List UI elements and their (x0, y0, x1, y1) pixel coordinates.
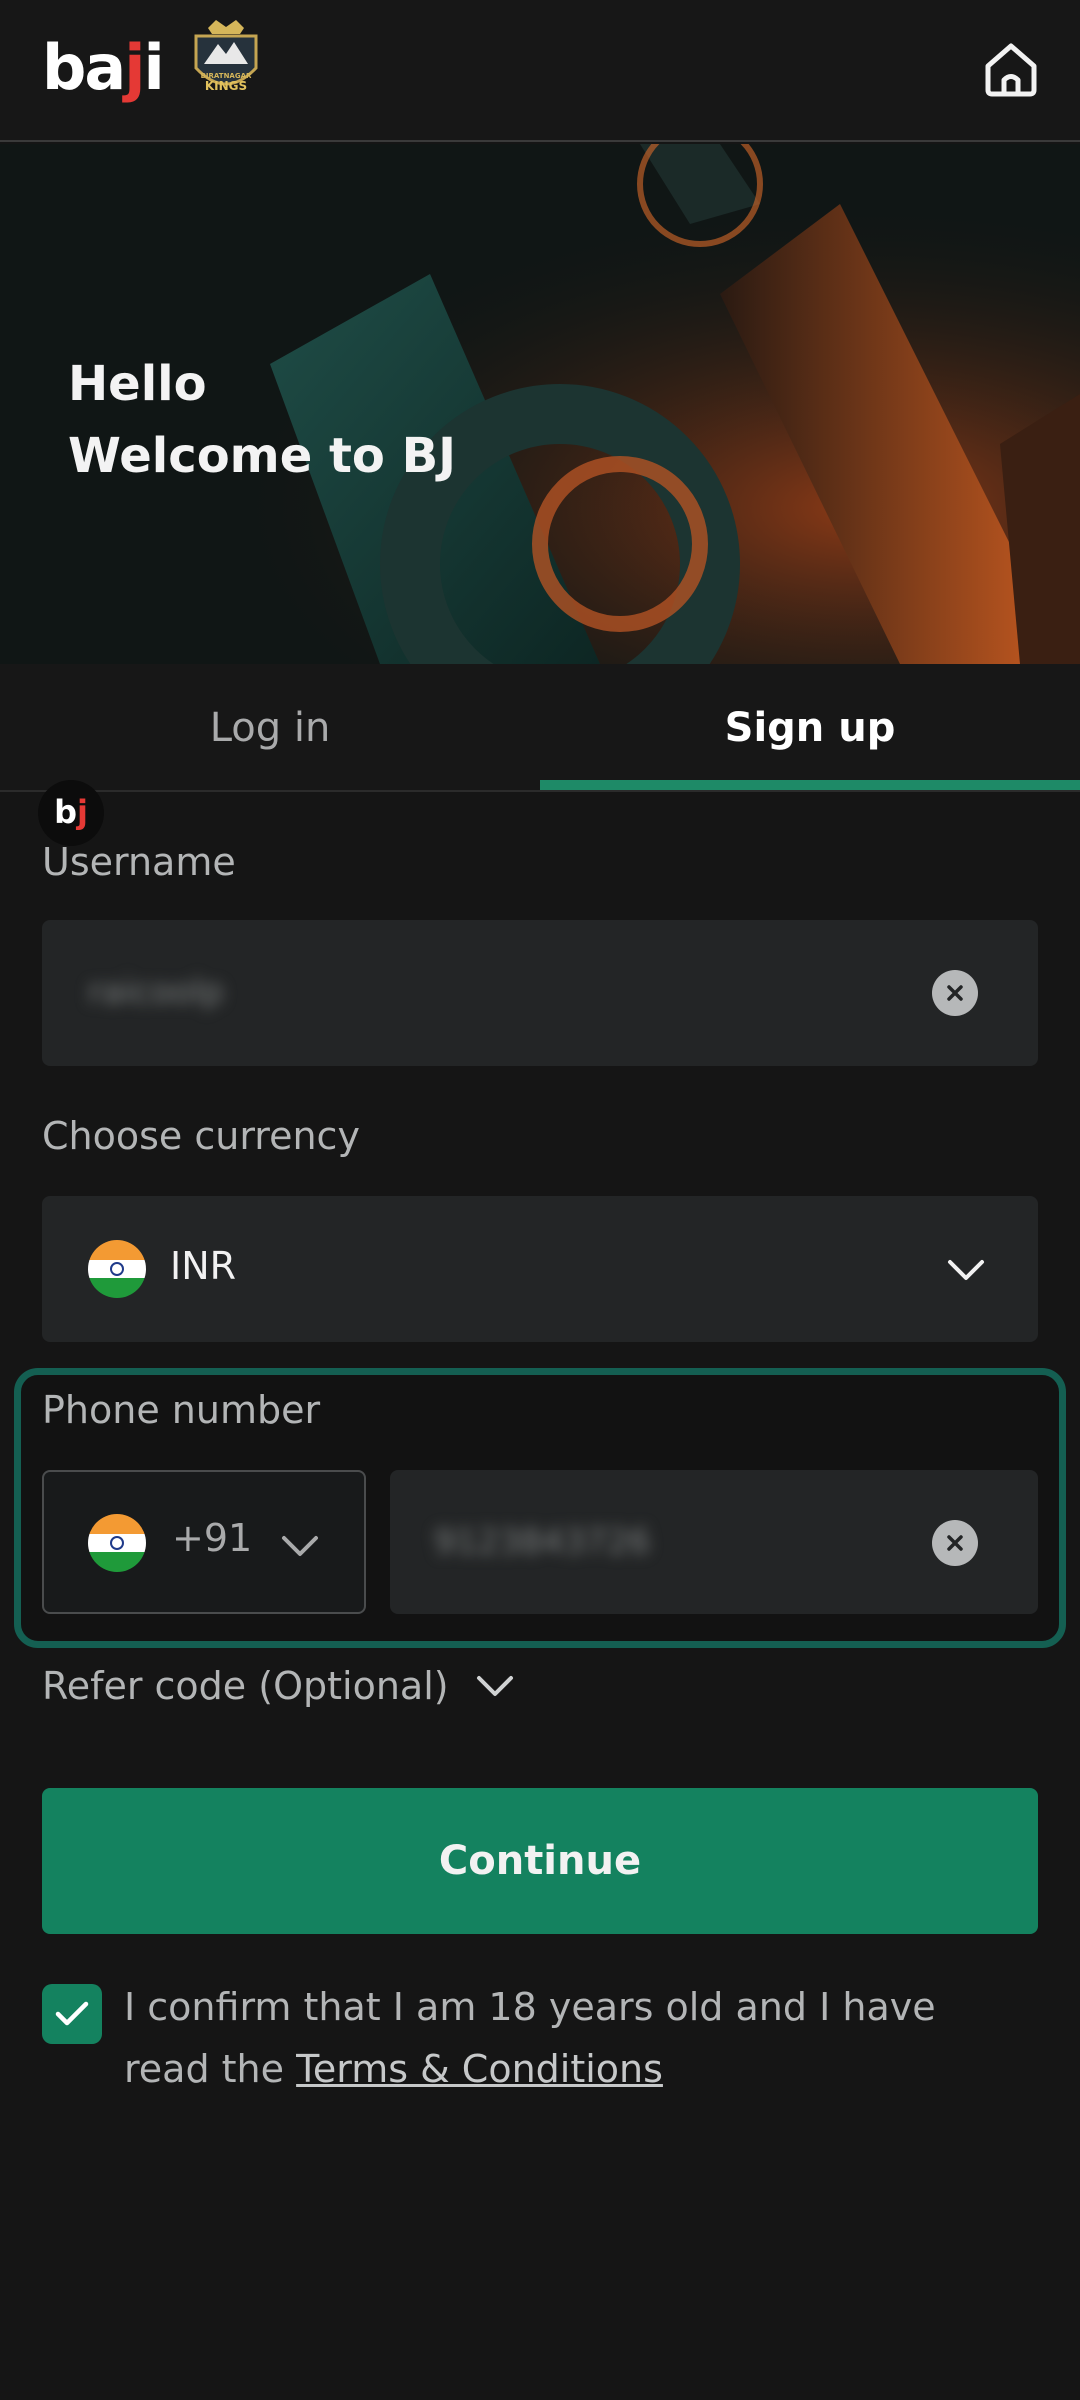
svg-text:KINGS: KINGS (205, 79, 247, 93)
username-value: raicoolp (88, 972, 224, 1012)
kings-team-badge: BIRATNAGAR KINGS (194, 20, 258, 93)
continue-button[interactable]: Continue (42, 1788, 1038, 1934)
home-icon[interactable] (980, 38, 1042, 100)
phone-label: Phone number (42, 1388, 321, 1432)
chevron-down-icon (948, 1260, 984, 1280)
country-code-value: +91 (172, 1516, 253, 1560)
refer-code-toggle[interactable]: Refer code (Optional) (42, 1656, 515, 1716)
active-tab-indicator (540, 780, 1080, 790)
logo-text-ba: ba (42, 31, 126, 104)
tab-login[interactable]: Log in (0, 664, 540, 792)
chevron-down-icon (476, 1676, 513, 1696)
age-confirm-checkbox[interactable] (42, 1984, 102, 2044)
username-label: Username (42, 840, 236, 884)
bj-mini-logo: bj (38, 780, 104, 846)
hero-greeting: Hello (68, 356, 207, 412)
logo-text-j: j (124, 31, 145, 104)
india-flag-icon (88, 1240, 146, 1298)
baji-logo[interactable]: baji (42, 28, 165, 108)
mini-logo-b: b (54, 793, 77, 831)
age-confirm-text: I confirm that I am 18 years old and I h… (124, 1976, 1024, 2100)
phone-value: 9123843726 (434, 1522, 651, 1562)
hero-banner: Hello Welcome to BJ (0, 144, 1080, 664)
refer-code-label: Refer code (Optional) (42, 1664, 449, 1708)
tab-signup[interactable]: Sign up (540, 664, 1080, 792)
check-icon (55, 2001, 89, 2026)
close-circle-icon[interactable] (932, 1520, 978, 1566)
hero-welcome: Welcome to BJ (68, 428, 457, 484)
chevron-down-icon (282, 1536, 318, 1556)
currency-label: Choose currency (42, 1114, 360, 1158)
terms-conditions-link[interactable]: Terms & Conditions (296, 2047, 663, 2091)
india-flag-icon (88, 1514, 146, 1572)
country-code-select[interactable]: +91 (42, 1470, 366, 1614)
auth-tabs: Log in Sign up (0, 664, 1080, 792)
close-circle-icon[interactable] (932, 970, 978, 1016)
username-field[interactable]: raicoolp (42, 920, 1038, 1066)
mini-logo-j: j (76, 793, 88, 831)
logo-text-i: i (143, 31, 164, 104)
phone-input[interactable]: 9123843726 (390, 1470, 1038, 1614)
currency-value: INR (170, 1244, 237, 1288)
top-header: baji BIRATNAGAR KINGS (0, 0, 1080, 142)
currency-select[interactable]: INR (42, 1196, 1038, 1342)
